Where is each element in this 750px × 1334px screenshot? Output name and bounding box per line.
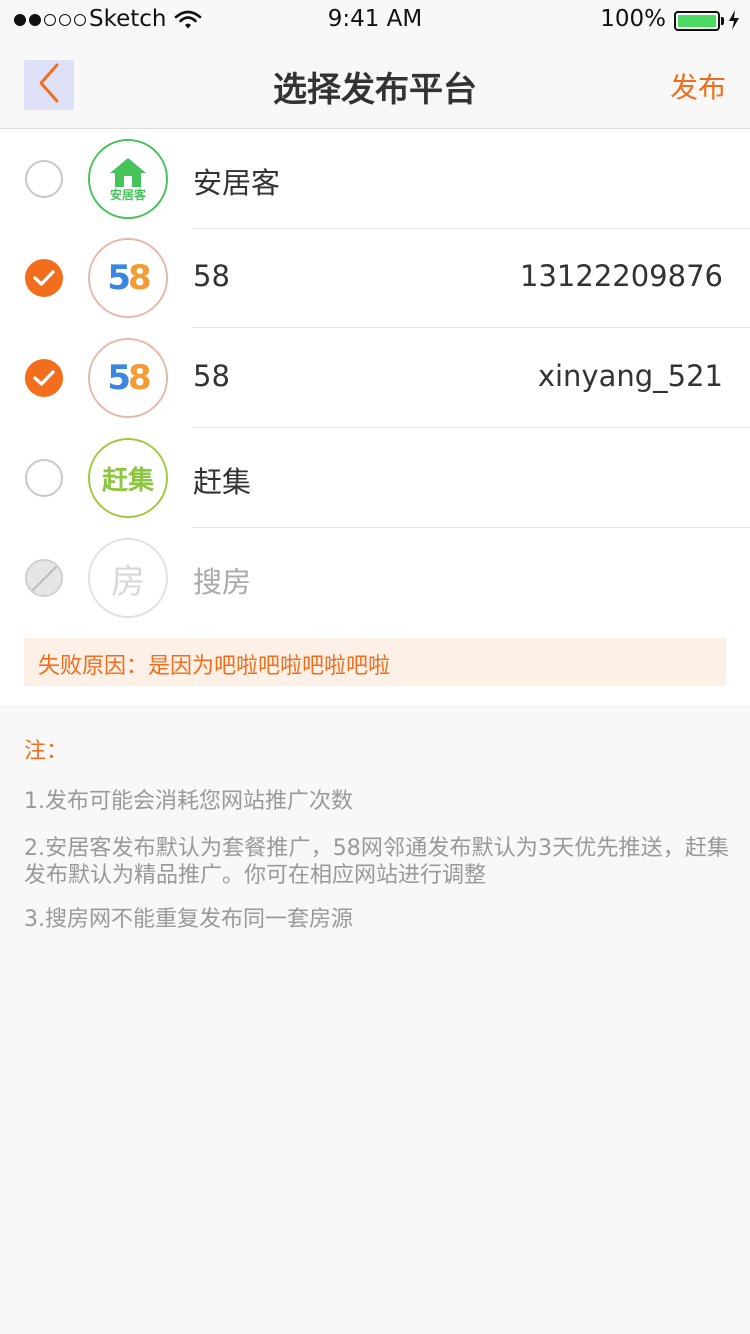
platform-row-anjuke[interactable]: 安居客 安居客 (0, 129, 750, 229)
failure-reason-banner: 失败原因：是因为吧啦吧啦吧啦吧啦 (24, 638, 726, 686)
note-item: 1.发布可能会消耗您网站推广次数 (24, 789, 353, 814)
note-item: 3.搜房网不能重复发布同一套房源 (24, 907, 353, 932)
screen: Sketch 9:41 AM 100% 选择发布平台 发布 安居客 安居客 58… (0, 0, 750, 1334)
anjuke-logo-text: 安居客 (109, 187, 146, 202)
page-title: 选择发布平台 (273, 70, 477, 110)
ganji-logo-icon: 赶集 (88, 438, 168, 518)
platform-row-ganji[interactable]: 赶集 赶集 (0, 428, 750, 528)
disabled-radio-icon (25, 559, 63, 597)
publish-button[interactable]: 发布 (670, 66, 726, 106)
failure-reason-text: 失败原因：是因为吧啦吧啦吧啦吧啦 (38, 654, 391, 679)
status-bar: Sketch 9:41 AM 100% (0, 0, 750, 40)
ganji-logo-text: 赶集 (101, 465, 154, 496)
platform-name: 58 (193, 359, 230, 393)
anjuke-house-icon: 安居客 (88, 139, 168, 219)
battery-percentage: 100% (600, 6, 666, 32)
charging-bolt-icon (728, 10, 740, 34)
checked-radio-icon[interactable] (25, 359, 63, 397)
58-logo-icon: 58 (88, 338, 168, 418)
checked-radio-icon[interactable] (25, 259, 63, 297)
platform-account: 13122209876 (520, 259, 723, 293)
platform-name: 赶集 (193, 465, 252, 499)
platform-row-soufang: 房 搜房 (0, 528, 750, 628)
unchecked-radio-icon[interactable] (25, 160, 63, 198)
note-item: 2.安居客发布默认为套餐推广，58网邻通发布默认为3天优先推送，赶集发布默认为精… (24, 836, 729, 888)
notes-title: 注： (24, 739, 69, 764)
platform-name: 安居客 (193, 166, 281, 200)
platform-name: 搜房 (193, 565, 252, 599)
platform-list: 安居客 安居客 58 58 13122209876 58 58 xinyang_… (0, 129, 750, 705)
58-logo-icon: 58 (88, 238, 168, 318)
soufang-logo-text: 房 (111, 561, 145, 602)
unchecked-radio-icon[interactable] (25, 459, 63, 497)
battery-icon (674, 11, 720, 31)
platform-row-58-a[interactable]: 58 58 13122209876 (0, 228, 750, 328)
platform-account: xinyang_521 (537, 359, 723, 393)
soufang-logo-icon: 房 (88, 538, 168, 618)
battery-terminal (721, 17, 724, 25)
platform-name: 58 (193, 259, 230, 293)
platform-row-58-b[interactable]: 58 58 xinyang_521 (0, 328, 750, 428)
notes-section: 注： 1.发布可能会消耗您网站推广次数 2.安居客发布默认为套餐推广，58网邻通… (0, 705, 750, 1334)
navigation-bar: 选择发布平台 发布 (0, 40, 750, 129)
